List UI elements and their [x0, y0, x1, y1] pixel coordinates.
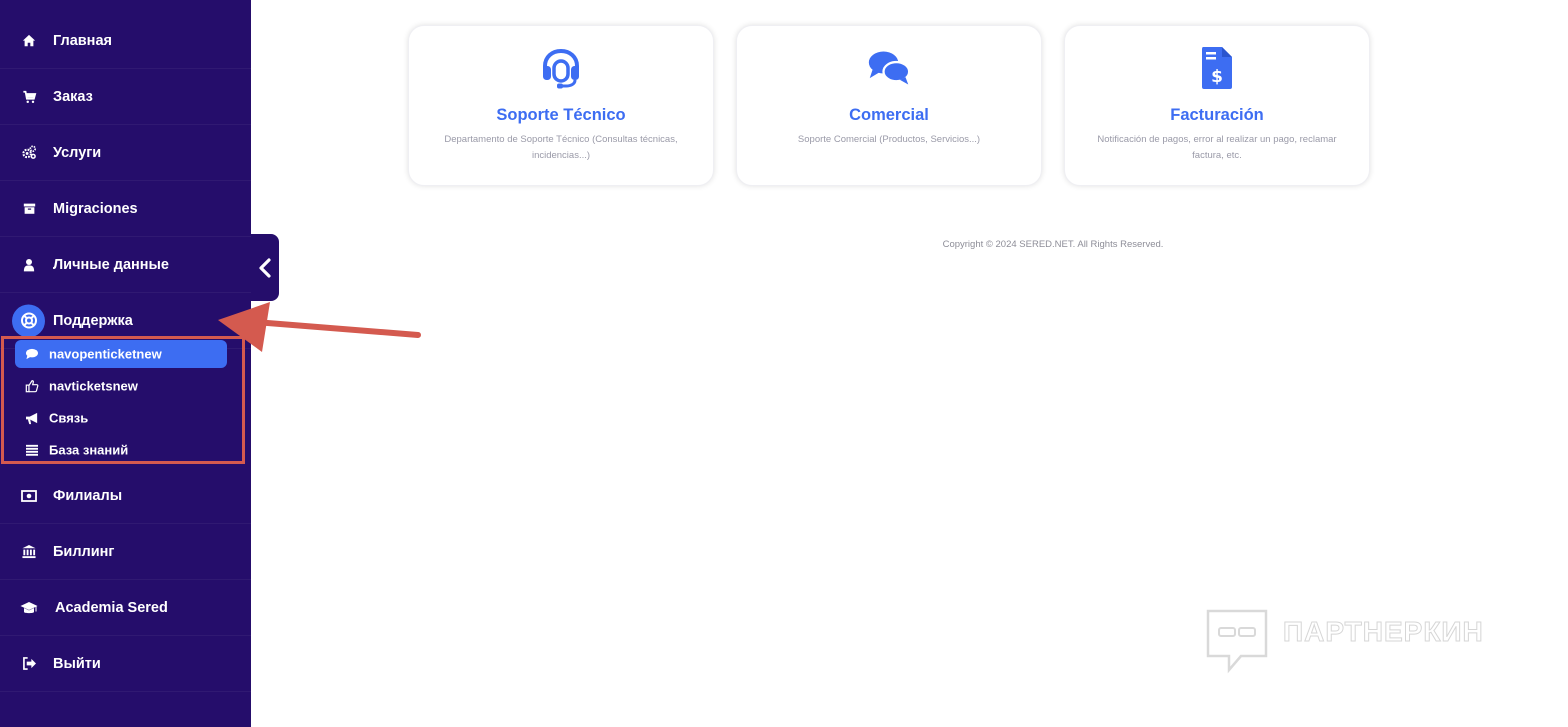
archive-icon — [20, 200, 38, 218]
nav-item-label: Migraciones — [53, 200, 138, 217]
nav-item-order[interactable]: Заказ — [0, 69, 251, 125]
submenu-item-label: navticketsnew — [49, 378, 138, 394]
cart-icon — [20, 88, 38, 106]
nav-item-home[interactable]: Главная — [0, 13, 251, 69]
submenu-item-label: База знаний — [49, 442, 129, 458]
watermark-logo-icon — [1206, 609, 1268, 674]
megaphone-icon — [24, 410, 40, 426]
card-description: Notificación de pagos, error al realizar… — [1097, 134, 1337, 161]
nav-item-logout[interactable]: Выйти — [0, 636, 251, 692]
sidebar: Главная Заказ Услуги Migraciones Личные … — [0, 0, 251, 727]
submenu-item-knowledge-base[interactable]: База знаний — [15, 436, 227, 464]
card-description: Departamento de Soporte Técnico (Consult… — [444, 134, 678, 161]
nav-item-label: Поддержка — [53, 312, 133, 329]
submenu-item-open-ticket[interactable]: navopenticketnew — [15, 340, 227, 368]
nav-item-services[interactable]: Услуги — [0, 125, 251, 181]
home-icon — [20, 32, 38, 50]
card-title: Comercial — [849, 106, 929, 124]
nav-item-migrations[interactable]: Migraciones — [0, 181, 251, 237]
chevron-left-icon — [259, 257, 271, 278]
bank-icon — [20, 543, 38, 561]
nav-item-label: Филиалы — [53, 487, 123, 504]
nav-item-label: Личные данные — [53, 256, 169, 273]
svg-text:$: $ — [1211, 67, 1223, 87]
gears-icon — [20, 144, 38, 162]
money-icon — [20, 487, 38, 505]
support-card-technical[interactable]: Soporte Técnico Departamento de Soporte … — [408, 25, 714, 186]
comment-icon — [24, 346, 40, 362]
nav-item-academia[interactable]: Academia Sered — [0, 580, 251, 636]
support-card-billing[interactable]: $ Facturación Notificación de pagos, err… — [1064, 25, 1370, 186]
support-card-commercial[interactable]: Comercial Soporte Comercial (Productos, … — [736, 25, 1042, 186]
invoice-dollar-icon: $ — [1195, 46, 1239, 90]
nav-item-personal-data[interactable]: Личные данные — [0, 237, 251, 293]
footer-copyright: Copyright © 2024 SERED.NET. All Rights R… — [942, 239, 1164, 250]
nav-item-billing[interactable]: Биллинг — [0, 524, 251, 580]
card-title: Facturación — [1170, 106, 1264, 124]
watermark: ПАРТНЕРКИН — [1205, 608, 1525, 674]
submenu-item-label: Связь — [49, 410, 89, 426]
nav-item-label: Биллинг — [53, 543, 115, 560]
watermark-text: ПАРТНЕРКИН — [1283, 616, 1484, 648]
submenu-item-contact[interactable]: Связь — [15, 404, 227, 432]
thumbs-up-icon — [24, 378, 40, 394]
lifebuoy-icon — [12, 304, 45, 337]
nav-item-affiliates[interactable]: Филиалы — [0, 468, 251, 524]
graduation-cap-icon — [20, 599, 38, 617]
sidebar-collapse-button[interactable] — [251, 234, 279, 301]
submenu-item-label: navopenticketnew — [49, 346, 162, 362]
sign-out-icon — [20, 655, 38, 673]
list-icon — [24, 442, 40, 458]
nav-item-label: Заказ — [53, 88, 93, 105]
card-description: Soporte Comercial (Productos, Servicios.… — [797, 134, 981, 145]
nav-item-label: Выйти — [53, 655, 101, 672]
submenu-item-tickets[interactable]: navticketsnew — [15, 372, 227, 400]
nav-item-label: Главная — [53, 32, 112, 49]
nav-item-label: Услуги — [53, 144, 102, 161]
headset-icon — [539, 46, 583, 90]
comments-icon — [867, 46, 911, 90]
nav-item-label: Academia Sered — [55, 599, 168, 616]
card-title: Soporte Técnico — [496, 106, 626, 124]
user-icon — [20, 256, 38, 274]
